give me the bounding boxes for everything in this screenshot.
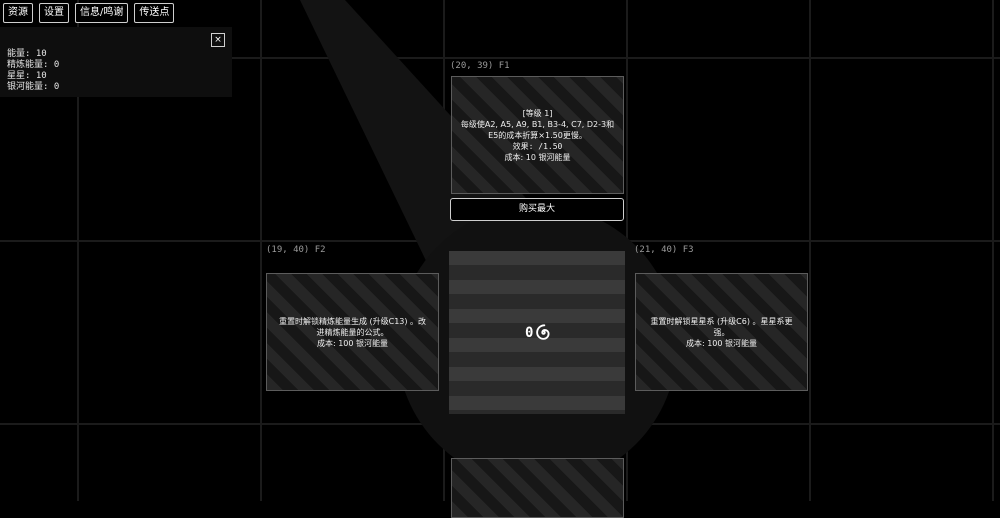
teleport-button[interactable]: 传送点 <box>134 3 175 23</box>
upgrade-cost: 成本: 100 银河能量 <box>685 338 758 348</box>
upgrade-cost: 成本: 10 银河能量 <box>504 152 571 162</box>
stars-readout: 星星: 10 <box>7 71 47 81</box>
upgrade-description: 重置时解锁精炼能量生成 (升级C13) 。改进精炼能量的公式。 <box>278 316 427 337</box>
top-toolbar: 资源 设置 信息/鸣谢 传送点 <box>3 3 175 23</box>
upgrade-description: 重置时解锁星星系 (升级C6) 。星星系更强。 <box>650 316 793 337</box>
upgrade-card-bottom[interactable] <box>451 458 624 518</box>
center-counter-value: 0 <box>525 324 534 341</box>
buy-max-button[interactable]: 购买最大 <box>450 198 624 221</box>
galaxy-energy-readout: 银河能量: 0 <box>7 82 60 92</box>
upgrade-effect: 效果: /1.50 <box>512 141 563 151</box>
upgrade-card-f2[interactable]: 重置时解锁精炼能量生成 (升级C13) 。改进精炼能量的公式。 成本: 100 … <box>266 273 439 391</box>
node-coord-f1: (20, 39) F1 <box>450 61 510 71</box>
energy-readout: 能量: 10 <box>7 49 47 59</box>
node-coord-f3: (21, 40) F3 <box>634 245 694 255</box>
node-coord-f2: (19, 40) F2 <box>266 245 326 255</box>
settings-button[interactable]: 设置 <box>39 3 69 23</box>
upgrade-cost: 成本: 100 银河能量 <box>316 338 389 348</box>
refined-energy-readout: 精炼能量: 0 <box>7 60 60 70</box>
center-counter: 0 <box>525 324 552 341</box>
upgrade-card-f1[interactable]: [等级 1] 每级使A2, A5, A9, B1, B3-4, C7, D2-3… <box>451 76 624 194</box>
upgrade-description: 每级使A2, A5, A9, B1, B3-4, C7, D2-3和E5的成本折… <box>460 119 615 140</box>
spiral-galaxy-icon <box>536 324 550 340</box>
upgrade-card-f3[interactable]: 重置时解锁星星系 (升级C6) 。星星系更强。 成本: 100 银河能量 <box>635 273 808 391</box>
close-panel-button[interactable]: × <box>211 33 225 47</box>
resources-panel: × 能量: 10 精炼能量: 0 星星: 10 银河能量: 0 <box>0 27 232 97</box>
upgrade-level: [等级 1] <box>522 108 553 118</box>
resources-button[interactable]: 资源 <box>3 3 33 23</box>
info-credits-button[interactable]: 信息/鸣谢 <box>75 3 129 23</box>
